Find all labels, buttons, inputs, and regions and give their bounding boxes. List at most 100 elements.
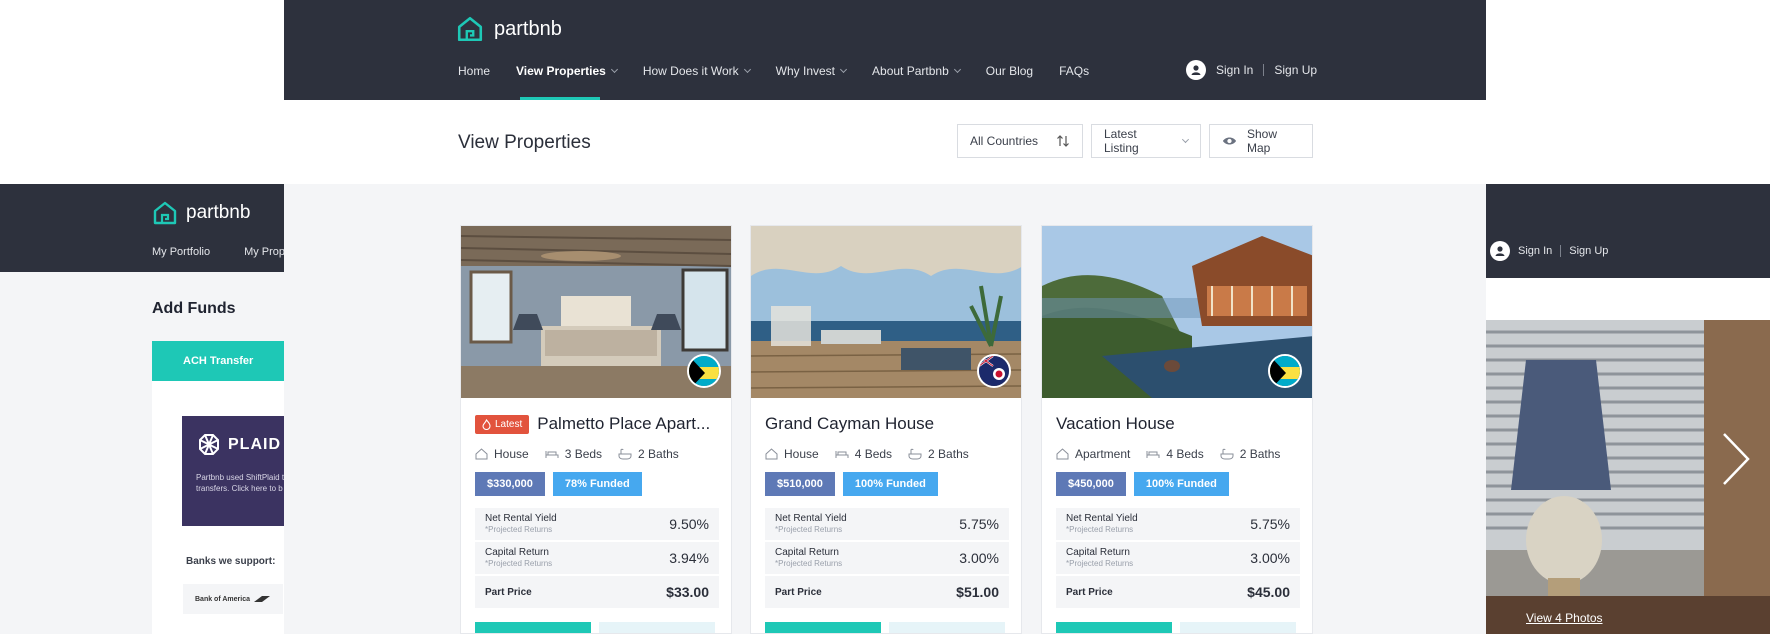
plaid-text: Partbnb used ShiftPlaid t transfers. Cli… xyxy=(196,473,284,493)
nav-why-invest[interactable]: Why Invest xyxy=(776,64,848,78)
price-badge: $330,000 xyxy=(475,472,545,496)
capital-return-row: Capital Return *Projected Returns 3.00% xyxy=(1056,542,1300,574)
nav-how-it-works[interactable]: How Does it Work xyxy=(643,64,751,78)
latest-badge: Latest xyxy=(475,414,530,434)
capital-return-row: Capital Return *Projected Returns 3.00% xyxy=(765,542,1009,574)
user-icon xyxy=(1186,60,1206,80)
property-specs: House 3 Beds 2 Baths xyxy=(475,447,679,461)
cayman-flag-icon xyxy=(977,354,1011,388)
invest-button[interactable] xyxy=(765,622,881,633)
net-yield-row: Net Rental Yield *Projected Returns 5.75% xyxy=(765,508,1009,540)
nav-about[interactable]: About Partbnb xyxy=(872,64,961,78)
sign-in-link[interactable]: Sign In xyxy=(1216,63,1253,77)
part-price-row: Part Price $51.00 xyxy=(765,576,1009,608)
chevron-down-icon xyxy=(743,65,751,74)
banks-label: Banks we support: xyxy=(186,556,276,567)
view-details-button[interactable] xyxy=(1180,622,1296,633)
ach-transfer-tab[interactable]: ACH Transfer xyxy=(152,341,284,381)
left-window-logo[interactable]: partbnb xyxy=(152,200,250,226)
view-photos-link[interactable]: View 4 Photos xyxy=(1526,611,1603,625)
divider xyxy=(1560,245,1562,257)
invest-button[interactable] xyxy=(475,622,591,633)
property-specs: House 4 Beds 2 Baths xyxy=(765,447,969,461)
spec-type: Apartment xyxy=(1056,447,1130,461)
chevron-right-icon[interactable] xyxy=(1720,430,1752,493)
sign-up-link[interactable]: Sign Up xyxy=(1274,63,1317,77)
plaid-logo: PLAID xyxy=(196,432,284,458)
card-title-row: Latest Palmetto Place Apart... xyxy=(475,414,725,434)
card-title-row: Grand Cayman House xyxy=(765,414,1015,434)
user-icon xyxy=(1490,241,1510,261)
brand-logo[interactable]: partbnb xyxy=(456,15,562,43)
bahamas-flag-icon xyxy=(1268,354,1302,388)
house-icon xyxy=(765,448,778,460)
price-pills: $330,000 78% Funded xyxy=(475,472,642,496)
spec-baths: 2 Baths xyxy=(618,447,679,461)
funded-badge: 100% Funded xyxy=(1133,472,1229,496)
chevron-down-icon xyxy=(610,65,618,74)
bath-icon xyxy=(908,448,922,460)
country-filter-select[interactable]: All Countries xyxy=(957,124,1083,158)
plaid-icon xyxy=(199,434,219,455)
bath-icon xyxy=(1220,448,1234,460)
part-price-row: Part Price $33.00 xyxy=(475,576,719,608)
bath-icon xyxy=(618,448,632,460)
spec-type: House xyxy=(765,447,819,461)
spec-baths: 2 Baths xyxy=(908,447,969,461)
nav-my-portfolio[interactable]: My Portfolio xyxy=(152,246,210,258)
nav-faqs[interactable]: FAQs xyxy=(1059,64,1089,78)
card-title-row: Vacation House xyxy=(1056,414,1306,434)
funded-badge: 100% Funded xyxy=(842,472,938,496)
property-card[interactable]: Vacation House Apartment 4 Beds 2 Baths … xyxy=(1041,225,1313,634)
price-badge: $510,000 xyxy=(765,472,835,496)
sort-select[interactable]: Latest Listing xyxy=(1091,124,1201,158)
funded-badge: 78% Funded xyxy=(552,472,642,496)
left-window-nav: My Portfolio My Prope xyxy=(152,246,288,258)
property-card[interactable]: Latest Palmetto Place Apart... House 3 B… xyxy=(460,225,732,634)
house-icon xyxy=(475,448,488,460)
property-title[interactable]: Vacation House xyxy=(1056,414,1175,434)
house-icon xyxy=(1056,448,1069,460)
view-details-button[interactable] xyxy=(599,622,715,633)
house-logo-icon xyxy=(457,16,483,42)
house-logo-icon xyxy=(153,201,177,225)
auth-links: Sign In Sign Up xyxy=(1186,60,1317,80)
invest-button[interactable] xyxy=(1056,622,1172,633)
part-price-row: Part Price $45.00 xyxy=(1056,576,1300,608)
bank-of-america-logo: Bank of America xyxy=(183,584,283,614)
right-window-topbar xyxy=(1486,184,1770,278)
returns-table: Net Rental Yield *Projected Returns 5.75%… xyxy=(765,508,1009,610)
property-card[interactable]: Grand Cayman House House 4 Beds 2 Baths … xyxy=(750,225,1022,634)
bank-flag-icon xyxy=(253,596,270,602)
spec-baths: 2 Baths xyxy=(1220,447,1280,461)
returns-table: Net Rental Yield *Projected Returns 5.75%… xyxy=(1056,508,1300,610)
bed-icon xyxy=(1146,451,1160,458)
returns-table: Net Rental Yield *Projected Returns 9.50%… xyxy=(475,508,719,610)
property-title[interactable]: Palmetto Place Apart... xyxy=(537,414,710,434)
price-badge: $450,000 xyxy=(1056,472,1126,496)
nav-home[interactable]: Home xyxy=(458,64,490,78)
right-window-auth: Sign In Sign Up xyxy=(1490,241,1608,261)
capital-return-row: Capital Return *Projected Returns 3.94% xyxy=(475,542,719,574)
nav-my-properties[interactable]: My Prope xyxy=(244,246,288,258)
sort-arrows-icon xyxy=(1057,135,1069,147)
spec-beds: 3 Beds xyxy=(545,447,602,461)
property-title[interactable]: Grand Cayman House xyxy=(765,414,934,434)
nav-blog[interactable]: Our Blog xyxy=(986,64,1033,78)
show-map-button[interactable]: Show Map xyxy=(1209,124,1313,158)
page-title: View Properties xyxy=(458,132,591,153)
nav-view-properties[interactable]: View Properties xyxy=(516,64,618,78)
price-pills: $510,000 100% Funded xyxy=(765,472,938,496)
chevron-down-icon xyxy=(953,65,961,74)
main-nav: Home View Properties How Does it Work Wh… xyxy=(458,64,1115,78)
right-sign-in-link[interactable]: Sign In xyxy=(1518,245,1552,257)
right-sign-up-link[interactable]: Sign Up xyxy=(1569,245,1608,257)
price-pills: $450,000 100% Funded xyxy=(1056,472,1229,496)
plaid-box[interactable]: PLAID Partbnb used ShiftPlaid t transfer… xyxy=(182,416,284,526)
chevron-down-icon xyxy=(1182,135,1190,144)
fire-icon xyxy=(482,418,491,430)
eye-icon xyxy=(1222,137,1237,145)
add-funds-title: Add Funds xyxy=(152,300,236,317)
view-details-button[interactable] xyxy=(889,622,1005,633)
bed-icon xyxy=(545,451,559,458)
